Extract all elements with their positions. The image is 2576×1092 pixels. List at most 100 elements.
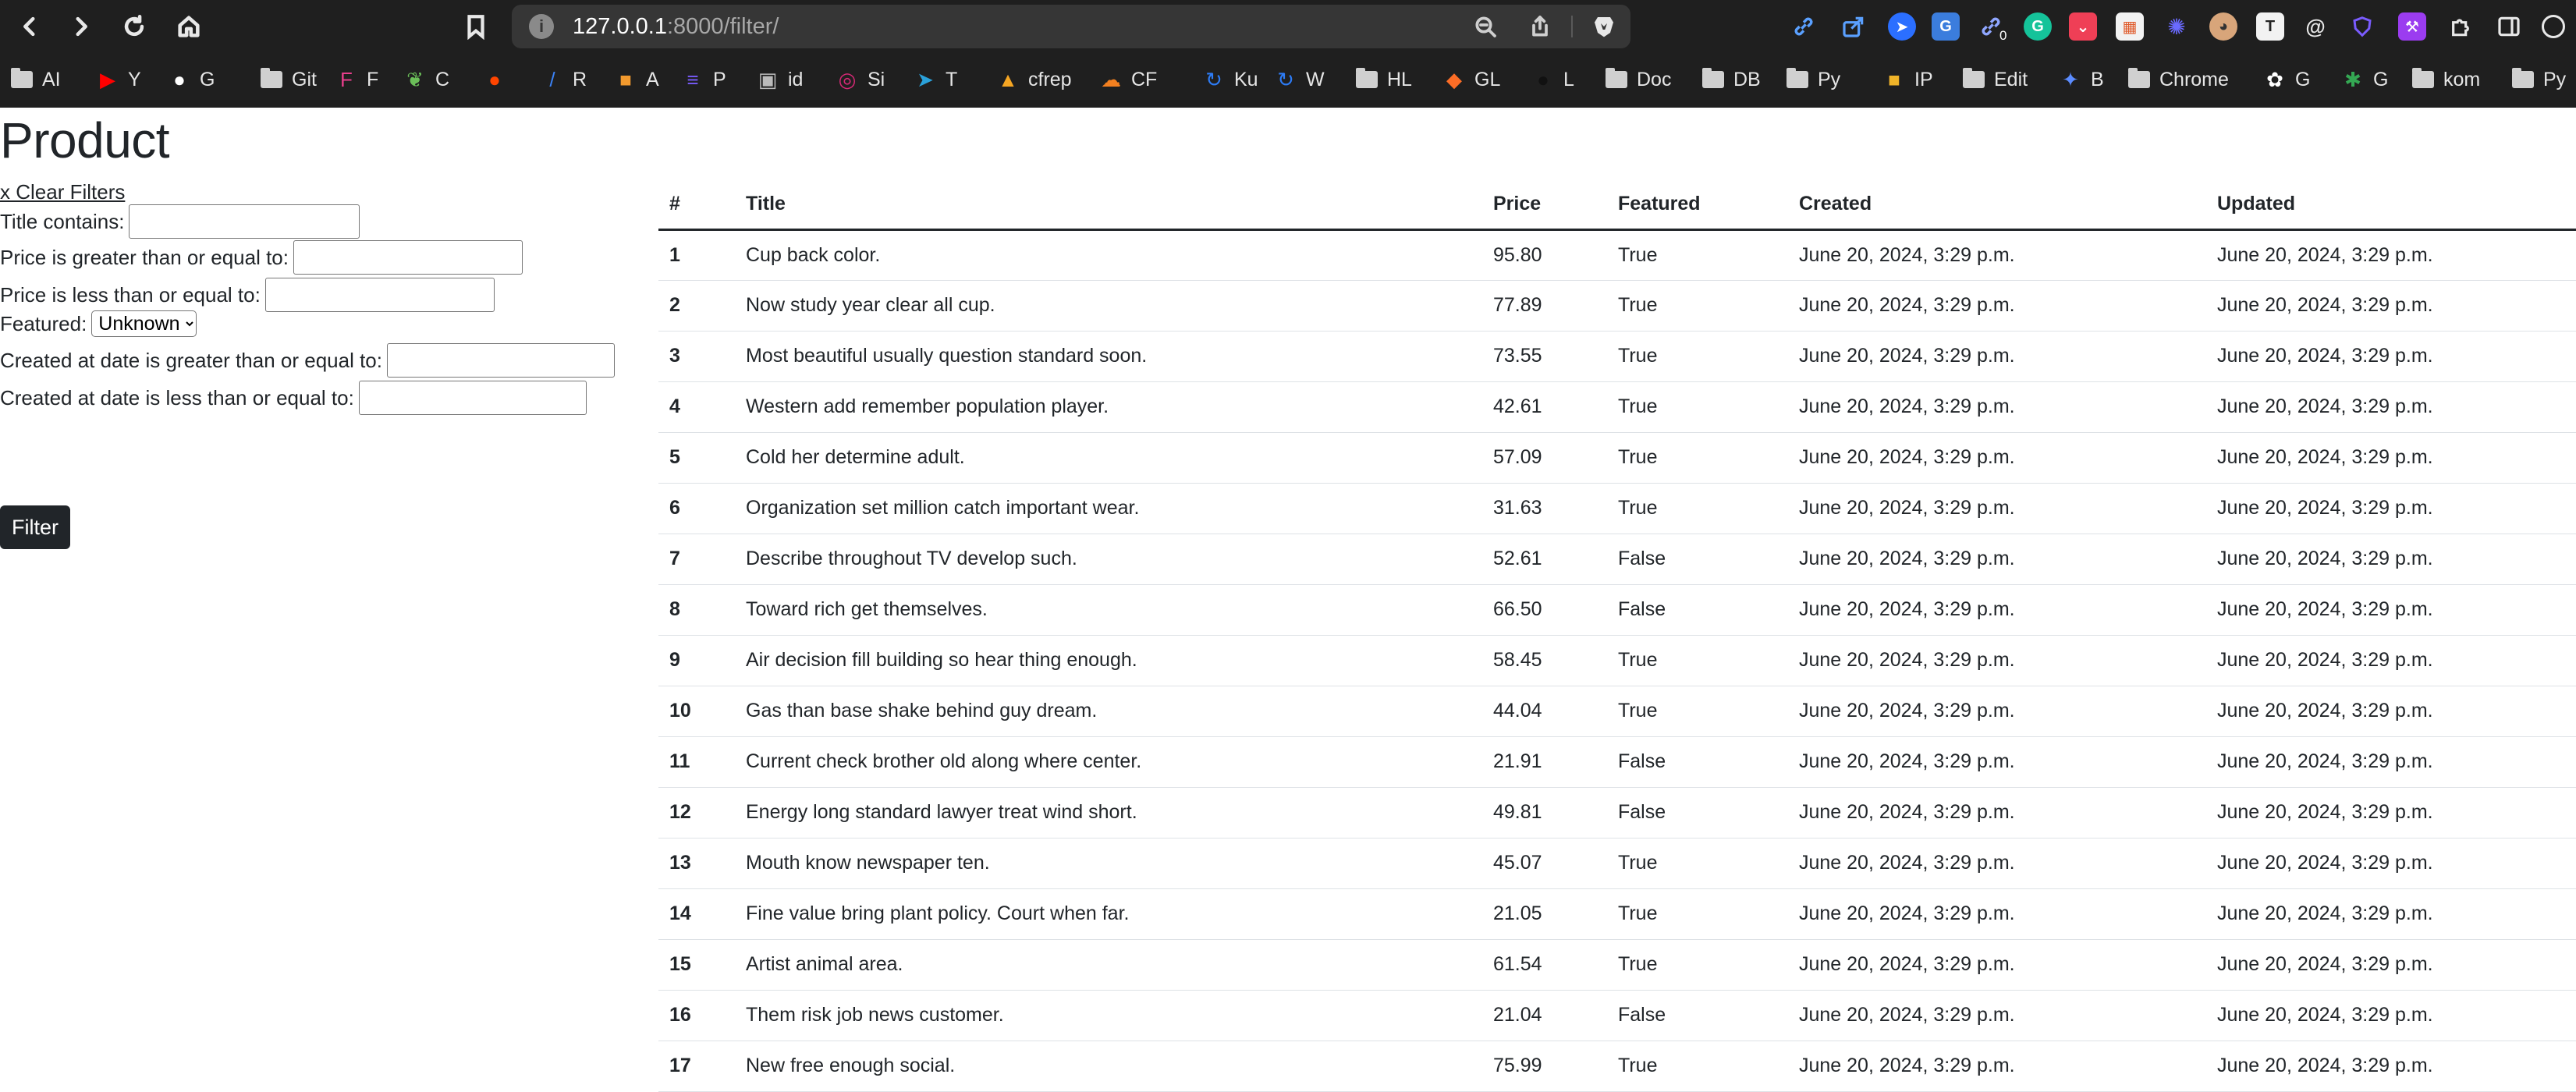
bookmark-label: IP	[1914, 68, 1933, 90]
bookmark-item[interactable]: AI	[11, 66, 61, 94]
featured-select[interactable]: Unknown	[91, 310, 197, 337]
row-created: June 20, 2024, 3:29 p.m.	[1788, 736, 2206, 788]
row-featured: True	[1607, 939, 1788, 991]
title-contains-label: Title contains:	[0, 210, 125, 233]
reload-button[interactable]	[117, 9, 151, 44]
bookmark-item[interactable]: ■ IP	[1883, 66, 1933, 94]
zoom-button[interactable]	[1471, 12, 1499, 41]
bookmark-item[interactable]: DB	[1702, 66, 1761, 94]
row-updated: June 20, 2024, 3:29 p.m.	[2206, 635, 2576, 686]
row-number: 13	[658, 838, 735, 889]
youtube-icon: ▶	[100, 67, 115, 91]
row-title: Mouth know newspaper ten.	[735, 838, 1482, 889]
bookmark-item[interactable]: / R	[541, 66, 587, 94]
bookmark-item[interactable]: FF	[335, 66, 378, 94]
row-created: June 20, 2024, 3:29 p.m.	[1788, 888, 2206, 940]
bookmark-item[interactable]: ☁ CF	[1100, 66, 1157, 94]
avatar-extension-icon[interactable]: ◕	[2209, 12, 2237, 41]
purple-extension-icon[interactable]: ⚒	[2398, 12, 2426, 41]
sparkle-icon: ✦	[2062, 67, 2079, 91]
arrow-extension-icon[interactable]: ➤	[1888, 12, 1916, 41]
calendar-extension-icon[interactable]: ▦	[2116, 12, 2144, 41]
url-text[interactable]: 127.0.0.1:8000/filter/	[573, 12, 779, 41]
sidebar-toggle-icon[interactable]	[2495, 12, 2523, 41]
box-icon: ■	[1888, 67, 1900, 91]
row-updated: June 20, 2024, 3:29 p.m.	[2206, 939, 2576, 991]
bookmark-item[interactable]: ➤ T	[914, 66, 957, 94]
bookmark-item[interactable]: ◆ GL	[1443, 66, 1500, 94]
tick-extension-icon[interactable]: T	[2256, 12, 2284, 41]
bookmark-item[interactable]: ≡ P	[682, 66, 726, 94]
bookmark-label: T	[946, 68, 958, 90]
row-featured: True	[1607, 483, 1788, 534]
row-title: Fine value bring plant policy. Court whe…	[735, 888, 1482, 940]
bookmark-item[interactable]: ▣ id	[757, 66, 804, 94]
bookmark-item[interactable]: Chrome	[2128, 66, 2229, 94]
forward-button[interactable]	[64, 9, 98, 44]
bookmark-item[interactable]: Py	[1787, 66, 1840, 94]
filter-button[interactable]: Filter	[0, 505, 70, 549]
share-button[interactable]	[1526, 12, 1554, 41]
bookmark-item[interactable]: Doc	[1606, 66, 1671, 94]
clear-filters-link[interactable]: x Clear Filters	[0, 179, 125, 204]
leaf-icon: ❦	[406, 67, 424, 91]
bookmark-item[interactable]: ● G	[169, 66, 215, 94]
bookmark-item[interactable]: Edit	[1963, 66, 2028, 94]
table-row: 10 Gas than base shake behind guy dream. 4…	[658, 686, 2576, 737]
bookmark-item[interactable]: ❦ C	[404, 66, 449, 94]
bookmark-item[interactable]: ▲ cfrep	[997, 66, 1071, 94]
grammarly-icon[interactable]: G	[2024, 12, 2052, 41]
bookmark-item[interactable]: ● L	[1532, 66, 1574, 94]
table-header: # Title Price Featured Created Updated	[658, 179, 2576, 231]
bookmark-item[interactable]: ◎ Si	[836, 66, 885, 94]
column-header: #	[658, 179, 735, 231]
bookmark-item[interactable]: Py	[2512, 66, 2566, 94]
chevron-left-icon	[23, 16, 35, 37]
bookmark-label: A	[646, 68, 659, 90]
bookmark-item[interactable]: HL	[1356, 66, 1412, 94]
folder-icon	[1606, 68, 1627, 90]
folder-icon	[2412, 68, 2434, 90]
row-featured: True	[1607, 381, 1788, 433]
price-lte-input[interactable]	[264, 278, 495, 312]
profile-icon[interactable]	[2542, 12, 2576, 41]
created-gte-row: Created at date is greater than or equal…	[0, 343, 615, 378]
bookmark-item[interactable]: ■ A	[615, 66, 659, 94]
table-row: 3 Most beautiful usually question standar…	[658, 331, 2576, 382]
pocket-icon[interactable]: ⌄	[2069, 12, 2097, 41]
row-price: 31.63	[1482, 483, 1607, 534]
shield-extension-icon[interactable]	[2348, 12, 2376, 41]
bookmark-item[interactable]: ↻ Ku	[1203, 66, 1258, 94]
link-extension-icon[interactable]	[1790, 12, 1818, 41]
bookmark-item[interactable]: ✱ G	[2342, 66, 2388, 94]
bookmark-item[interactable]: ↻ W	[1275, 66, 1325, 94]
created-lte-input[interactable]	[358, 381, 587, 415]
price-gte-input[interactable]	[293, 240, 523, 275]
swirl-extension-icon[interactable]: @	[2301, 12, 2329, 41]
site-info-icon[interactable]: i	[529, 14, 554, 39]
row-number: 2	[658, 280, 735, 332]
share-extension-icon[interactable]	[1840, 12, 1868, 41]
row-title: Gas than base shake behind guy dream.	[735, 686, 1482, 737]
bookmark-item[interactable]: ▶ Y	[97, 66, 141, 94]
home-button[interactable]	[172, 9, 206, 44]
created-gte-input[interactable]	[386, 343, 615, 378]
back-button[interactable]	[12, 9, 47, 44]
translate-extension-icon[interactable]: G	[1932, 12, 1960, 41]
bookmark-item[interactable]: ✦ B	[2060, 66, 2104, 94]
bookmark-item[interactable]: kom	[2412, 66, 2480, 94]
extensions-puzzle-icon[interactable]	[2446, 12, 2475, 41]
bookmark-item[interactable]: Git	[261, 66, 317, 94]
bookmark-page-button[interactable]	[459, 9, 493, 44]
bookmark-item[interactable]: ●	[484, 66, 515, 94]
row-price: 77.89	[1482, 280, 1607, 332]
brave-shields-button[interactable]	[1590, 12, 1618, 41]
snowflake-extension-icon[interactable]: ✺	[2163, 12, 2191, 41]
price-gte-row: Price is greater than or equal to:	[0, 240, 523, 275]
row-featured: False	[1607, 787, 1788, 838]
title-contains-input[interactable]	[129, 204, 360, 239]
address-bar[interactable]: i 127.0.0.1:8000/filter/	[512, 5, 1630, 48]
url-path: :8000/filter/	[666, 14, 779, 39]
bookmark-item[interactable]: ✿ G	[2264, 66, 2310, 94]
flame-icon: ▲	[998, 67, 1018, 91]
